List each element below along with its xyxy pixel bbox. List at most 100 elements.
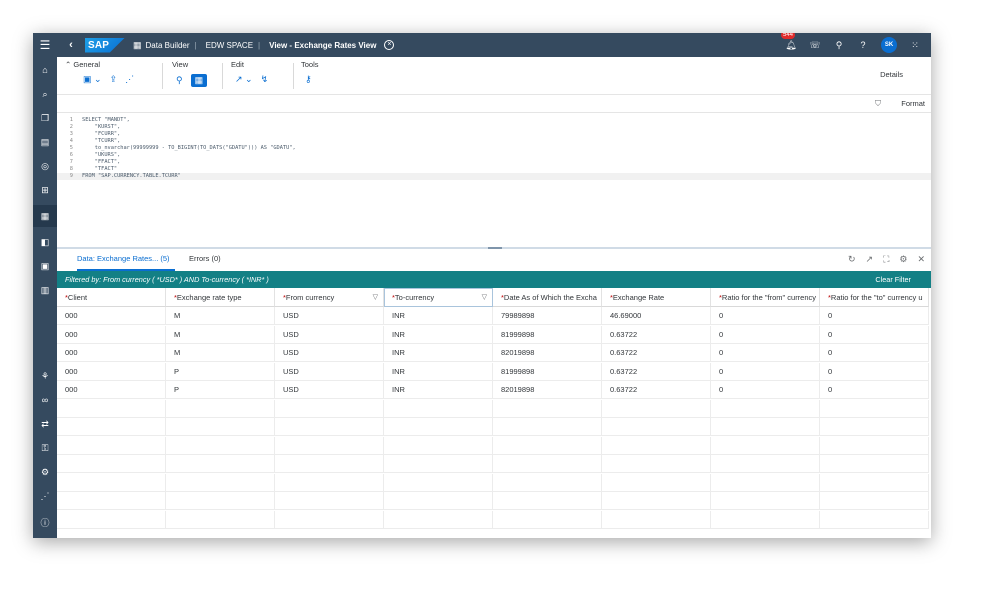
app-name[interactable]: Data Builder — [146, 41, 190, 50]
table-cell[interactable] — [711, 399, 820, 418]
table-cell[interactable]: M — [166, 344, 275, 362]
table-cell[interactable] — [493, 492, 602, 510]
sap-logo[interactable]: SAP — [85, 37, 125, 53]
table-cell[interactable]: 0.63722 — [602, 381, 711, 399]
column-header[interactable]: *Exchange rate type — [166, 288, 275, 307]
table-cell[interactable]: 82019898 — [493, 344, 602, 362]
table-cell[interactable] — [711, 418, 820, 436]
table-cell[interactable] — [57, 418, 166, 436]
table-cell[interactable]: 000 — [57, 325, 166, 344]
table-cell[interactable] — [166, 473, 275, 492]
table-cell[interactable] — [493, 436, 602, 455]
code-line[interactable]: 7 "FFACT", — [57, 159, 931, 166]
code-line[interactable]: 5 to_nvarchar(99999999 - TO_BIGINT(TO_DA… — [57, 145, 931, 152]
connections-icon[interactable]: ∞ — [33, 389, 57, 411]
table-cell[interactable] — [820, 492, 929, 510]
share-icon[interactable]: ⋰ — [33, 485, 57, 507]
column-header[interactable]: *To-currency ▽ — [384, 288, 493, 307]
table-cell[interactable] — [820, 436, 929, 455]
code-line[interactable]: 1 SELECT "MANDT", — [57, 117, 931, 124]
table-cell[interactable]: INR — [384, 325, 493, 344]
support-icon[interactable]: ⚲ — [833, 39, 845, 51]
code-line[interactable]: 3 "FCURR", — [57, 131, 931, 138]
data-flow-icon[interactable]: ◎ — [33, 155, 57, 177]
table-cell[interactable]: 0 — [820, 362, 929, 381]
table-cell[interactable] — [57, 399, 166, 418]
table-cell[interactable]: M — [166, 307, 275, 325]
table-cell[interactable]: 0 — [820, 381, 929, 399]
search-icon[interactable]: ⌕ — [33, 83, 57, 105]
table-cell[interactable] — [602, 473, 711, 492]
table-cell[interactable] — [820, 399, 929, 418]
repository-icon[interactable]: ❐ — [33, 107, 57, 129]
table-cell[interactable] — [493, 510, 602, 529]
table-cell[interactable] — [384, 436, 493, 455]
lineage-icon[interactable]: ⚲ — [176, 75, 183, 86]
table-cell[interactable]: P — [166, 362, 275, 381]
back-icon[interactable]: ‹ — [63, 39, 79, 51]
filter-icon[interactable]: ▽ — [373, 288, 378, 306]
table-cell[interactable]: USD — [275, 381, 384, 399]
format-button[interactable]: Format — [901, 99, 925, 108]
table-cell[interactable] — [711, 492, 820, 510]
info-icon[interactable]: ⓘ — [33, 511, 57, 533]
table-cell[interactable]: 82019898 — [493, 381, 602, 399]
table-cell[interactable]: 0 — [711, 362, 820, 381]
table-cell[interactable] — [166, 455, 275, 473]
space-name[interactable]: EDW SPACE — [206, 41, 253, 50]
table-cell[interactable]: INR — [384, 307, 493, 325]
table-cell[interactable]: INR — [384, 344, 493, 362]
table-cell[interactable] — [57, 455, 166, 473]
refresh-icon[interactable]: ↻ — [848, 254, 856, 265]
table-cell[interactable] — [602, 399, 711, 418]
general-label[interactable]: ⌃ General — [65, 60, 134, 69]
sql-editor[interactable]: 1 SELECT "MANDT", 2 "KURST", 3 "FCURR", 4 "T… — [57, 113, 931, 248]
table-cell[interactable] — [275, 510, 384, 529]
deploy-icon[interactable]: ⇪ — [110, 74, 118, 85]
space-management-icon[interactable]: ▥ — [33, 279, 57, 301]
table-cell[interactable]: INR — [384, 362, 493, 381]
table-cell[interactable]: USD — [275, 344, 384, 362]
table-cell[interactable]: 79989898 — [493, 307, 602, 325]
table-cell[interactable]: INR — [384, 381, 493, 399]
table-cell[interactable] — [493, 455, 602, 473]
table-cell[interactable] — [711, 510, 820, 529]
table-cell[interactable] — [57, 510, 166, 529]
table-cell[interactable] — [384, 399, 493, 418]
table-cell[interactable]: 0 — [711, 344, 820, 362]
details-button[interactable]: Details — [880, 70, 903, 79]
code-line[interactable]: 8 "TFACT" — [57, 166, 931, 173]
table-cell[interactable] — [711, 436, 820, 455]
system-icon[interactable]: ⚙ — [33, 461, 57, 483]
column-header[interactable]: *Ratio for the "to" currency u — [820, 288, 929, 307]
column-header[interactable]: *From currency ▽ — [275, 288, 384, 307]
menu-icon[interactable]: ☰ — [33, 33, 57, 57]
table-cell[interactable] — [166, 510, 275, 529]
feedback-icon[interactable]: ☏ — [809, 39, 821, 51]
column-header[interactable]: *Exchange Rate — [602, 288, 711, 307]
table-cell[interactable]: USD — [275, 325, 384, 344]
table-cell[interactable] — [711, 455, 820, 473]
table-cell[interactable] — [57, 473, 166, 492]
table-cell[interactable] — [493, 473, 602, 492]
table-cell[interactable]: USD — [275, 362, 384, 381]
column-header[interactable]: *Ratio for the "from" currency — [711, 288, 820, 307]
table-cell[interactable]: 0 — [820, 325, 929, 344]
close-icon[interactable]: ✕ — [917, 254, 925, 265]
table-cell[interactable] — [493, 399, 602, 418]
transform-icon[interactable]: ↯ — [261, 74, 269, 85]
table-cell[interactable]: 000 — [57, 307, 166, 325]
table-cell[interactable] — [493, 418, 602, 436]
table-cell[interactable] — [275, 418, 384, 436]
table-cell[interactable]: 0 — [711, 325, 820, 344]
catalog-icon[interactable]: ⊞ — [33, 179, 57, 201]
table-cell[interactable] — [275, 399, 384, 418]
table-cell[interactable]: 46.69000 — [602, 307, 711, 325]
table-cell[interactable]: 0.63722 — [602, 362, 711, 381]
table-cell[interactable]: 0 — [711, 381, 820, 399]
table-cell[interactable] — [602, 492, 711, 510]
table-cell[interactable]: 000 — [57, 344, 166, 362]
tab-errors[interactable]: Errors (0) — [189, 254, 221, 263]
table-cell[interactable] — [820, 455, 929, 473]
table-cell[interactable] — [711, 473, 820, 492]
